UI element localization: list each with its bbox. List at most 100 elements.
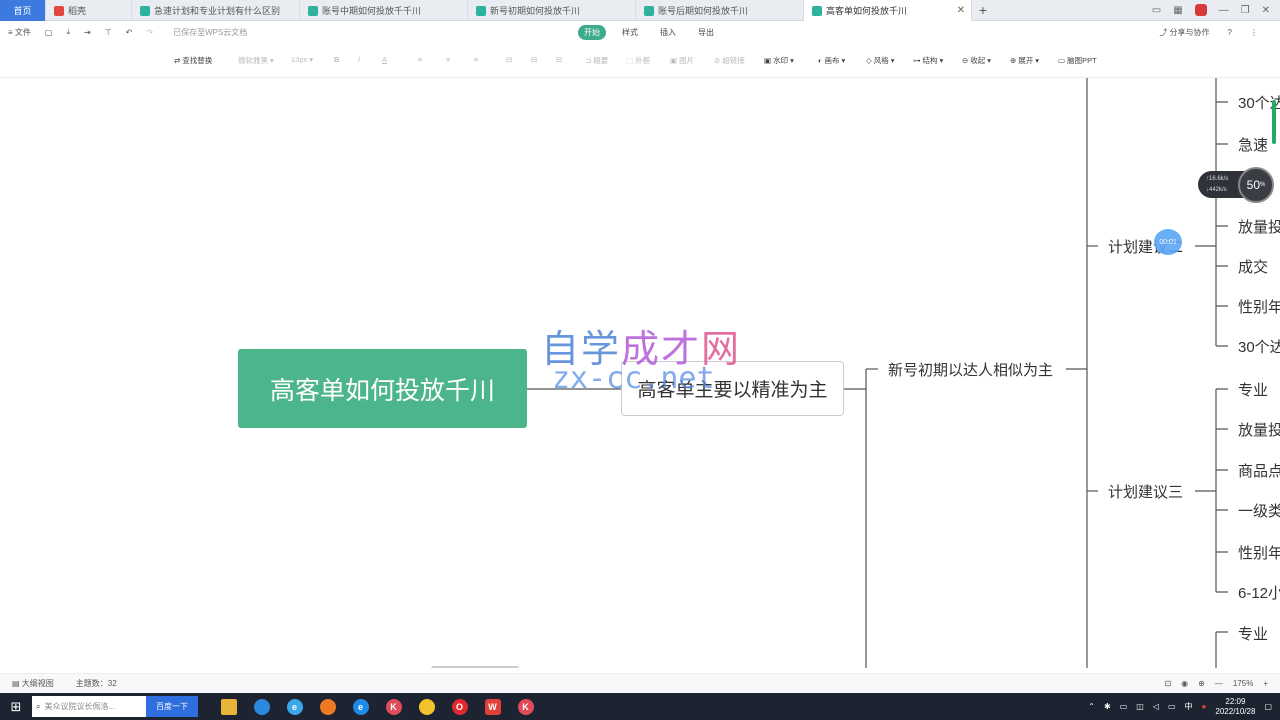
new-tab-button[interactable]: + xyxy=(972,0,994,20)
wps-icon[interactable]: W xyxy=(476,693,509,720)
share-button[interactable]: ⤴ 分享与协作 xyxy=(1159,27,1209,38)
more-icon[interactable]: ⋮ xyxy=(1250,28,1258,37)
leaf-node[interactable]: 放量投 xyxy=(1238,216,1280,237)
watermark-button[interactable]: ▣ 水印 ▾ xyxy=(764,55,794,66)
browser-icon[interactable] xyxy=(245,693,278,720)
tab-start[interactable]: 开始 xyxy=(578,25,606,40)
leaf-node[interactable]: 6-12小 xyxy=(1238,582,1280,603)
horizontal-scrollbar[interactable] xyxy=(431,666,519,668)
font-size-select[interactable]: 13px ▾ xyxy=(291,55,313,64)
zoom-out-button[interactable]: — xyxy=(1215,679,1223,688)
export-icon[interactable]: ⇥ xyxy=(84,28,91,37)
kuaishou-icon-2[interactable]: K xyxy=(509,693,542,720)
link-button[interactable]: ⊘ 超链接 xyxy=(714,55,745,66)
insert-child-icon[interactable]: ⊟ xyxy=(506,55,512,64)
leaf-node[interactable]: 专业 xyxy=(1238,623,1268,644)
ime-indicator[interactable]: 中 xyxy=(1185,701,1193,712)
zoom-in-button[interactable]: + xyxy=(1263,679,1268,688)
collapse-button[interactable]: ⊖ 收起 ▾ xyxy=(962,55,991,66)
tab-export[interactable]: 导出 xyxy=(692,25,720,40)
minimize-icon[interactable]: — xyxy=(1219,5,1229,16)
taskbar-search-input[interactable]: ⌕ 美众议院议长佩洛... xyxy=(32,696,146,717)
italic-button[interactable]: I xyxy=(358,55,360,64)
help-icon[interactable]: ? xyxy=(1228,28,1232,37)
leaf-node[interactable]: 性别年 xyxy=(1238,296,1280,317)
root-topic[interactable]: 高客单如何投放千川 xyxy=(238,349,527,428)
chevron-up-icon[interactable]: ⌃ xyxy=(1088,702,1095,711)
menu-icon[interactable]: ≡ 文件 xyxy=(8,27,31,38)
align-right-icon[interactable]: ≡ xyxy=(474,55,478,64)
recording-timer[interactable]: 00:01 xyxy=(1154,229,1182,255)
close-window-icon[interactable]: ✕ xyxy=(1262,5,1270,16)
windows-start-icon[interactable]: ⊞ xyxy=(0,693,32,720)
insert-sibling-icon[interactable]: ⊟ xyxy=(531,55,537,64)
outline-view-button[interactable]: ▤ 大纲视图 xyxy=(12,678,54,689)
edge-icon[interactable]: e xyxy=(344,693,377,720)
tab-doc-active[interactable]: 高客单如何投放千川 ✕ xyxy=(804,0,972,21)
tab-doc-2[interactable]: 账号中期如何投放千千川 xyxy=(300,0,468,21)
structure-button[interactable]: ⊶ 结构 ▾ xyxy=(913,55,943,66)
kuaishou-icon[interactable]: K xyxy=(377,693,410,720)
grid-icon[interactable]: ▦ xyxy=(1173,5,1182,16)
canvas-button[interactable]: ◐ 画布 ▾ xyxy=(818,55,845,66)
style-button[interactable]: ◇ 风格 ▾ xyxy=(866,55,895,66)
tab-style[interactable]: 样式 xyxy=(616,25,644,40)
notification-icon[interactable]: ▢ xyxy=(1264,702,1272,711)
bold-button[interactable]: B xyxy=(334,55,339,64)
image-button[interactable]: ▣ 图片 xyxy=(670,55,694,66)
baidu-search-button[interactable]: 百度一下 xyxy=(146,696,198,717)
insert-parent-icon[interactable]: ⊟ xyxy=(556,55,562,64)
bluetooth-icon[interactable]: ✱ xyxy=(1104,702,1111,711)
font-select[interactable]: 微软雅黑 ▾ xyxy=(238,55,274,66)
battery-icon[interactable]: ▭ xyxy=(1120,702,1128,711)
opera-icon[interactable]: O xyxy=(443,693,476,720)
display-icon[interactable]: ▭ xyxy=(1168,702,1176,711)
memory-usage-ball[interactable]: 50% xyxy=(1238,167,1274,203)
tab-doc-1[interactable]: 急速计划和专业计划有什么区别 xyxy=(132,0,300,21)
network-icon[interactable]: ◫ xyxy=(1136,702,1144,711)
branch-node[interactable]: 新号初期以达人相似为主 xyxy=(888,359,1053,380)
expand-button[interactable]: ⊕ 展开 ▾ xyxy=(1010,55,1039,66)
eye-icon[interactable]: ◉ xyxy=(1181,679,1188,688)
mindmap-canvas[interactable]: 高客单如何投放千川 高客单主要以精准为主 新号初期以达人相似为主 计划建议二 计… xyxy=(0,78,1280,668)
restore-icon[interactable]: ❐ xyxy=(1241,5,1250,16)
undo-icon[interactable]: ↶ xyxy=(126,28,133,37)
leaf-node[interactable]: 30个达 xyxy=(1238,336,1280,357)
tab-home[interactable]: 首页 xyxy=(0,0,46,21)
frame-button[interactable]: ⬚ 外框 xyxy=(626,55,650,66)
vertical-scrollbar[interactable] xyxy=(1272,100,1276,144)
find-replace-button[interactable]: ⇄ 查找替换 xyxy=(174,55,212,66)
format-painter-icon[interactable]: ⊤ xyxy=(105,28,112,37)
save-icon[interactable]: ▢ xyxy=(45,28,53,37)
file-explorer-icon[interactable] xyxy=(212,693,245,720)
tab-doc-3[interactable]: 新号初期如何投放千川 xyxy=(468,0,636,21)
download-icon[interactable]: ⤓ xyxy=(66,27,70,37)
antivirus-icon[interactable]: ● xyxy=(1202,702,1207,711)
mindmap-ppt-button[interactable]: ▭ 脑图PPT xyxy=(1058,55,1097,66)
plan-node-3[interactable]: 计划建议三 xyxy=(1108,481,1183,502)
leaf-node[interactable]: 商品点 xyxy=(1238,460,1280,481)
firefox-icon[interactable] xyxy=(311,693,344,720)
avatar[interactable] xyxy=(1194,4,1207,16)
leaf-node[interactable]: 专业 xyxy=(1238,379,1268,400)
volume-icon[interactable]: ◁ xyxy=(1153,702,1159,711)
layout-icon[interactable]: ▭ xyxy=(1152,5,1161,16)
leaf-node[interactable]: 放量投 xyxy=(1238,419,1280,440)
align-left-icon[interactable]: ≡ xyxy=(418,55,422,64)
align-center-icon[interactable]: ≡ xyxy=(446,55,450,64)
close-icon[interactable]: ✕ xyxy=(957,5,965,16)
leaf-node[interactable]: 一级类 xyxy=(1238,500,1280,521)
tab-docer[interactable]: 稻壳 xyxy=(46,0,132,21)
fit-icon[interactable]: ⊡ xyxy=(1164,679,1171,688)
font-color-button[interactable]: A xyxy=(382,55,387,64)
tab-doc-4[interactable]: 账号后期如何投放千川 xyxy=(636,0,804,21)
leaf-node[interactable]: 成交 xyxy=(1238,256,1268,277)
clock[interactable]: 22:09 2022/10/28 xyxy=(1215,697,1255,717)
locate-icon[interactable]: ⊕ xyxy=(1198,679,1205,688)
summary-button[interactable]: ⊐ 概要 xyxy=(585,55,608,66)
leaf-node[interactable]: 性别年 xyxy=(1238,542,1280,563)
chrome-icon[interactable] xyxy=(410,693,443,720)
ie-icon[interactable]: e xyxy=(278,693,311,720)
tab-insert[interactable]: 插入 xyxy=(654,25,682,40)
redo-icon[interactable]: ↷ xyxy=(146,28,153,37)
